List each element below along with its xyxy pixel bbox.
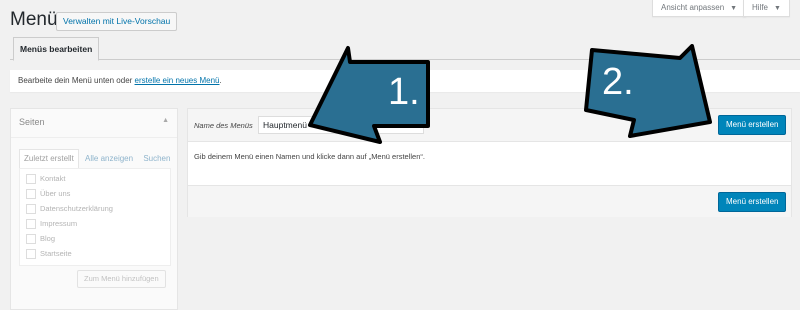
list-item[interactable]: Startseite [26,249,72,260]
caret-down-icon: ▼ [774,5,781,12]
menu-name-input[interactable] [258,116,424,134]
tab-search[interactable]: Suchen [139,150,174,168]
list-item[interactable]: Blog [26,234,56,245]
notice-text: Bearbeite dein Menü unten oder erstelle … [18,76,222,85]
menu-editor-footer: Menü erstellen [188,185,791,217]
help-button[interactable]: Hilfe ▼ [743,0,790,17]
list-item-label: Blog [40,234,56,243]
list-item-label: Impressum [40,219,78,228]
checkbox[interactable] [26,174,36,185]
screen-options-button[interactable]: Ansicht anpassen ▼ [652,0,747,17]
tab-divider [10,59,800,60]
add-to-menu-button[interactable]: Zum Menü hinzufügen [77,270,166,288]
list-item-label: Datenschutzerklärung [40,204,113,213]
list-item[interactable]: Impressum [26,219,78,230]
list-item-label: Startseite [40,249,72,258]
checkbox[interactable] [26,219,36,230]
list-item[interactable]: Kontakt [26,174,66,185]
live-preview-button[interactable]: Verwalten mit Live-Vorschau [56,12,178,31]
caret-down-icon: ▼ [730,5,738,12]
create-menu-button-bottom[interactable]: Menü erstellen [718,192,787,212]
pages-panel: Seiten ▲ Zuletzt erstellt Alle anzeigen … [10,108,178,310]
checkbox[interactable] [26,189,36,200]
help-label: Hilfe [752,3,769,12]
list-item-label: Über uns [40,189,71,198]
collapse-arrow-icon[interactable]: ▲ [162,117,169,124]
notice-text-before: Bearbeite dein Menü unten oder [18,76,135,85]
menu-editor-panel: Name des Menüs Menü erstellen Gib deinem… [187,108,792,217]
checkbox[interactable] [26,234,36,245]
checkbox[interactable] [26,204,36,215]
pages-tabs: Zuletzt erstellt Alle anzeigen Suchen [19,149,174,169]
checkbox[interactable] [26,249,36,260]
menu-editor-header: Name des Menüs Menü erstellen [188,109,791,142]
tab-show-all[interactable]: Alle anzeigen [81,150,137,168]
menu-name-label: Name des Menüs [194,121,253,130]
screen-options-label: Ansicht anpassen [661,3,725,12]
pages-panel-header[interactable]: Seiten ▲ [11,109,177,138]
tab-recent[interactable]: Zuletzt erstellt [19,149,79,169]
pages-list: Kontakt Über uns Datenschutzerklärung Im… [19,168,171,266]
pages-panel-title: Seiten [19,117,45,127]
menu-editor-hint: Gib deinem Menü einen Namen und klicke d… [194,152,425,161]
list-item[interactable]: Über uns [26,189,71,200]
create-new-menu-link[interactable]: erstelle ein neues Menü [135,76,220,85]
tab-edit-menus[interactable]: Menüs bearbeiten [13,37,100,61]
list-item-label: Kontakt [40,174,66,183]
notice-box: Bearbeite dein Menü unten oder erstelle … [10,70,800,92]
create-menu-button[interactable]: Menü erstellen [718,115,787,135]
list-item[interactable]: Datenschutzerklärung [26,204,113,215]
notice-text-after: . [219,76,222,85]
